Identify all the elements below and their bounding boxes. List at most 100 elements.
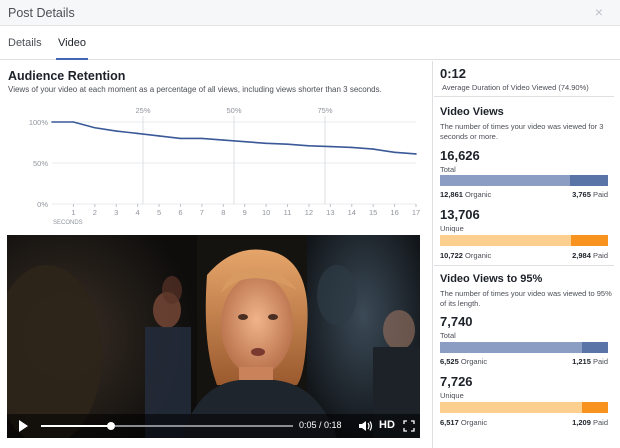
views-unique-split: 10,722 Organic 2,984 Paid xyxy=(440,251,608,260)
organic-bar-segment xyxy=(440,235,571,246)
x-tick-label: 10 xyxy=(262,208,270,217)
x-tick-label: 17 xyxy=(412,208,420,217)
retention-point xyxy=(179,137,182,140)
views-total-label: Total xyxy=(440,165,456,174)
video-player[interactable]: 0:05 / 0:18 HD xyxy=(7,235,420,438)
x-tick-label: 7 xyxy=(200,208,204,217)
retention-point xyxy=(372,148,374,150)
dialog-titlebar: Post Details × xyxy=(0,0,620,26)
retention-point xyxy=(350,146,353,149)
organic-label: Organic xyxy=(465,190,492,199)
x-tick-label: 5 xyxy=(157,208,161,217)
views95-unique-value: 7,726 xyxy=(440,374,473,389)
organic-label: Organic xyxy=(465,251,492,260)
video-time: 0:05 / 0:18 xyxy=(299,420,342,430)
retention-subtitle: Views of your video at each moment as a … xyxy=(8,85,382,94)
views95-unique-label: Unique xyxy=(440,391,464,400)
x-tick-label: 3 xyxy=(114,208,118,217)
x-tick-label: 4 xyxy=(136,208,140,217)
views95-unique-bar xyxy=(440,402,608,413)
views95-unique-split: 6,517 Organic 1,209 Paid xyxy=(440,418,608,427)
x-tick-label: 14 xyxy=(348,208,356,217)
retention-point xyxy=(51,121,53,123)
quartile-label: 25% xyxy=(135,106,150,115)
retention-point xyxy=(393,151,396,154)
x-tick-label: 12 xyxy=(305,208,313,217)
y-tick-label: 50% xyxy=(33,159,48,168)
video-seek-bar[interactable] xyxy=(41,422,293,430)
retention-title: Audience Retention xyxy=(8,69,126,83)
views95-total-value: 7,740 xyxy=(440,314,473,329)
organic-label: Organic xyxy=(460,357,488,366)
organic-count: 10,722 xyxy=(440,251,463,260)
video-views-desc: The number of times your video was viewe… xyxy=(440,122,604,141)
paid-count: 3,765 xyxy=(572,190,591,199)
views-unique-label: Unique xyxy=(440,224,464,233)
dialog-title: Post Details xyxy=(8,6,75,20)
x-tick-label: 8 xyxy=(221,208,225,217)
retention-point xyxy=(243,140,246,143)
y-tick-label: 0% xyxy=(37,200,48,209)
tab-video[interactable]: Video xyxy=(56,37,88,60)
video-views-title: Video Views xyxy=(440,106,504,118)
retention-point xyxy=(201,137,203,140)
retention-point xyxy=(158,135,160,137)
views-total-bar xyxy=(440,175,608,186)
avg-duration-value: 0:12 xyxy=(440,66,467,81)
views-total-value: 16,626 xyxy=(440,148,480,163)
x-tick-label: 13 xyxy=(326,208,334,217)
retention-point xyxy=(308,144,310,147)
retention-point xyxy=(265,142,267,145)
fullscreen-icon[interactable] xyxy=(403,420,415,432)
y-tick-label: 100% xyxy=(29,118,49,127)
paid-count: 1,215 xyxy=(572,357,591,366)
tab-bar: Details Video xyxy=(0,26,620,60)
views-unique-bar xyxy=(440,235,608,246)
retention-point xyxy=(94,126,96,129)
retention-chart: 100% 50% 0% 25% 50% 75% 1 2 3 4 5 6 7 8 9 10 11 12 13 14 15 1… xyxy=(0,96,432,230)
organic-count: 6,517 xyxy=(440,418,459,427)
x-tick-label: 15 xyxy=(369,208,377,217)
volume-icon[interactable] xyxy=(359,420,373,432)
retention-point xyxy=(286,143,289,145)
retention-point xyxy=(72,121,75,123)
paid-label: Paid xyxy=(592,251,608,260)
x-unit-label: SECONDS xyxy=(53,220,83,226)
views95-total-split: 6,525 Organic 1,215 Paid xyxy=(440,357,608,366)
avg-duration-label: Average Duration of Video Viewed (74.90%… xyxy=(442,83,589,92)
play-icon[interactable] xyxy=(19,420,28,432)
video-progress-fill xyxy=(41,425,111,427)
x-tick-label: 1 xyxy=(71,208,75,217)
organic-count: 12,861 xyxy=(440,190,463,199)
paid-bar-segment xyxy=(582,342,608,353)
views95-title: Video Views to 95% xyxy=(440,273,543,285)
paid-label: Paid xyxy=(592,357,608,366)
views95-desc: The number of times your video was viewe… xyxy=(440,289,612,308)
x-tick-label: 2 xyxy=(93,208,97,217)
retention-point xyxy=(136,132,139,135)
organic-count: 6,525 xyxy=(440,357,459,366)
retention-point xyxy=(415,153,417,155)
tab-details[interactable]: Details xyxy=(8,37,42,49)
quartile-label: 50% xyxy=(226,106,241,115)
organic-bar-segment xyxy=(440,402,582,413)
video-frame xyxy=(7,235,420,438)
paid-count: 2,984 xyxy=(572,251,591,260)
close-icon[interactable]: × xyxy=(595,5,603,19)
organic-bar-segment xyxy=(440,175,570,186)
retention-point xyxy=(222,139,225,141)
x-tick-label: 6 xyxy=(178,208,182,217)
paid-label: Paid xyxy=(592,190,608,199)
video-seek-thumb[interactable] xyxy=(107,422,115,430)
views95-total-bar xyxy=(440,342,608,353)
paid-bar-segment xyxy=(582,402,608,413)
retention-chart-svg: 100%50%0%25% 50% 75%1 2 3 4 5 6 7 8 9 10 11 12 13 14 15 1… xyxy=(29,106,420,226)
quartile-label: 75% xyxy=(317,106,332,115)
video-controls: 0:05 / 0:18 HD xyxy=(7,414,420,438)
paid-bar-segment xyxy=(571,235,608,246)
views-unique-value: 13,706 xyxy=(440,207,480,222)
organic-bar-segment xyxy=(440,342,582,353)
retention-point xyxy=(329,145,332,148)
hd-button[interactable]: HD xyxy=(379,419,395,431)
x-tick-label: 9 xyxy=(243,208,247,217)
